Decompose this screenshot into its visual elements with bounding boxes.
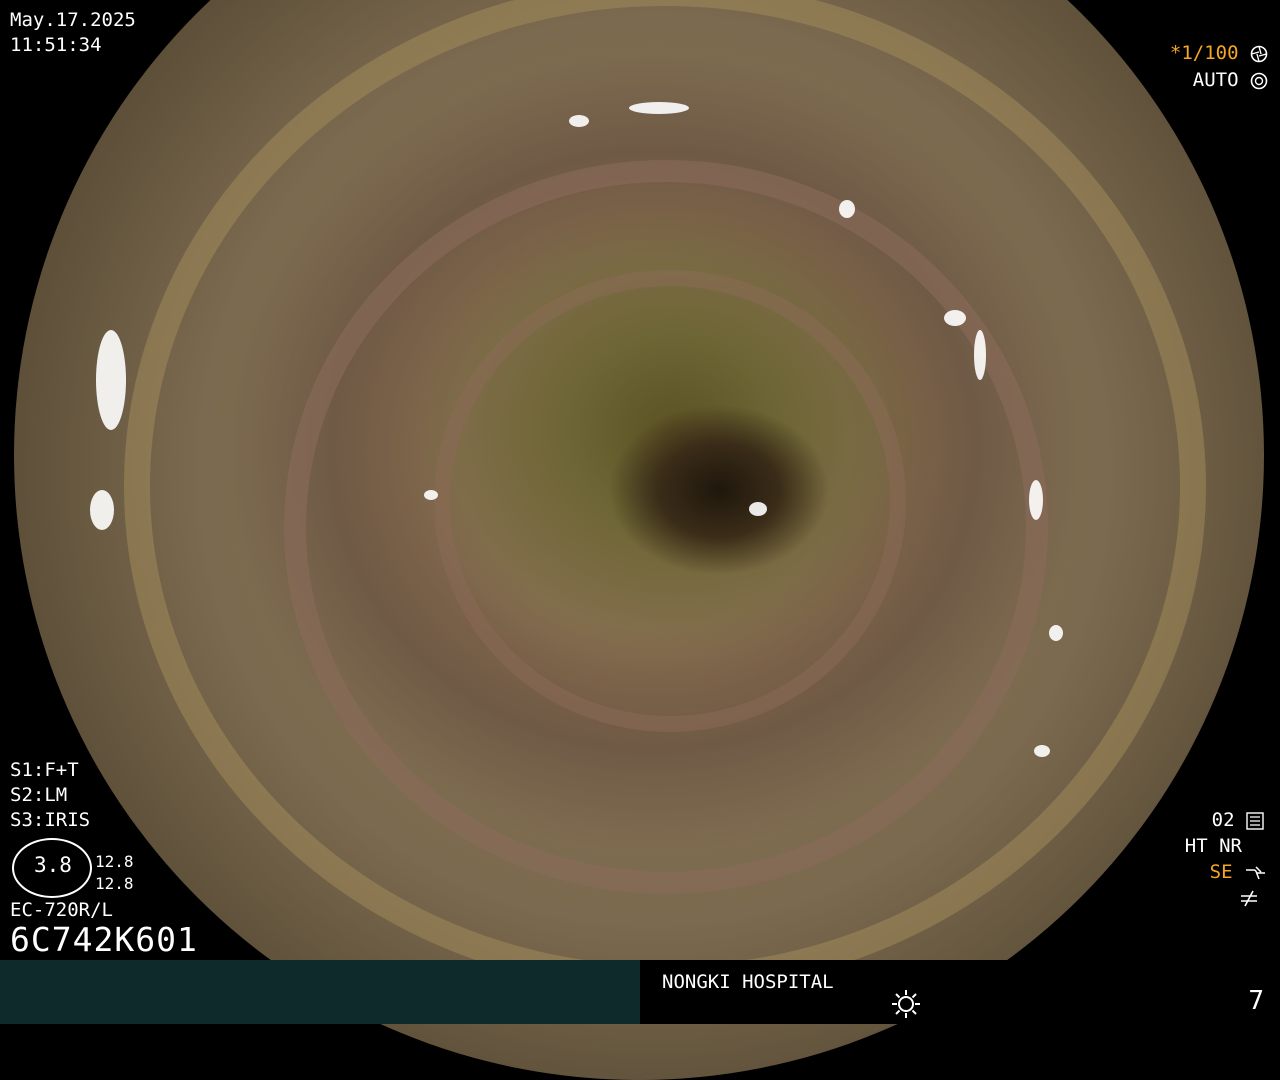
- status-se: SE: [1209, 861, 1233, 883]
- capture-time: 11:51:34: [10, 34, 102, 56]
- shutter-readout: *1/100: [1170, 41, 1268, 66]
- brightness-icon: [892, 990, 920, 1018]
- specular-highlight: [569, 115, 589, 127]
- status-02: 02: [1211, 809, 1235, 831]
- status-line-1: 02: [1212, 808, 1264, 833]
- enhancement-curve-icon: [1246, 865, 1265, 879]
- specular-highlight: [1034, 745, 1050, 757]
- exposure-mode: AUTO: [1193, 68, 1268, 93]
- scale-lower-value: 12.8: [95, 874, 134, 893]
- not-equal-icon: [1241, 890, 1257, 906]
- capture-date: May.17.2025: [10, 9, 136, 31]
- specular-highlight: [1049, 625, 1063, 641]
- setting-s3: S3:IRIS: [10, 809, 91, 831]
- setting-s2: S2:LM: [10, 784, 68, 806]
- status-line-3: SE: [1210, 860, 1266, 885]
- status-line-4: [1238, 885, 1260, 910]
- specular-highlight: [629, 102, 689, 114]
- specular-highlight: [424, 490, 438, 500]
- iris-icon: [1250, 72, 1268, 89]
- specular-highlight: [944, 310, 966, 326]
- mucosal-fold-inner: [434, 270, 906, 732]
- aperture-icon: [1250, 45, 1268, 62]
- specular-highlight: [1029, 480, 1043, 520]
- status-ht-nr: HT NR: [1184, 835, 1242, 857]
- exposure-mode-label: AUTO: [1192, 69, 1239, 91]
- settings-sliders-icon: [1246, 811, 1264, 830]
- footer-left-panel: [0, 960, 640, 1024]
- setting-s1: S1:F+T: [10, 759, 79, 781]
- hospital-name: NONGKI HOSPITAL: [662, 971, 834, 993]
- scale-center-value: 3.8: [34, 853, 72, 877]
- specular-highlight: [96, 330, 126, 430]
- specular-highlight: [90, 490, 114, 530]
- shutter-speed: *1/100: [1169, 42, 1239, 64]
- endoscopic-view: [14, 0, 1264, 1080]
- specular-highlight: [839, 200, 855, 218]
- page-number: 7: [1248, 986, 1264, 1016]
- specular-highlight: [749, 502, 767, 516]
- scope-serial: 6C742K601: [10, 920, 198, 959]
- specular-highlight: [974, 330, 986, 380]
- footer-bar: NONGKI HOSPITAL 7: [0, 960, 1280, 1024]
